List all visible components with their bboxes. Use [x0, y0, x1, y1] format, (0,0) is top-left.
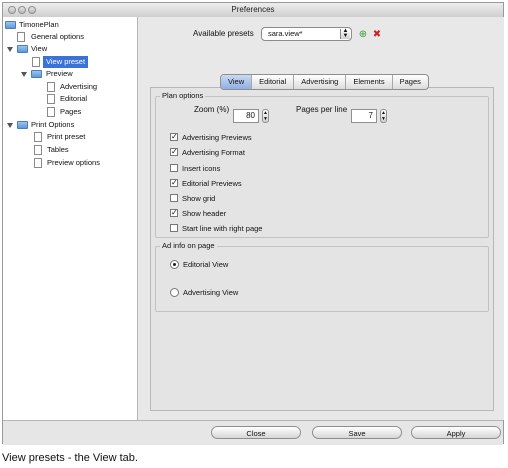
document-icon	[47, 107, 55, 117]
folder-icon	[17, 121, 28, 129]
tab-view[interactable]: View	[221, 75, 252, 89]
disclosure-triangle-icon[interactable]	[7, 123, 13, 128]
tab-bar: View Editorial Advertising Elements Page…	[220, 74, 429, 90]
ad-info-title: Ad info on page	[160, 241, 217, 250]
available-presets-label: Available presets	[193, 29, 254, 38]
save-button[interactable]: Save	[312, 426, 402, 439]
document-icon	[47, 94, 55, 104]
checkmark-icon: ✓	[170, 178, 178, 187]
zoom-label: Zoom (%)	[194, 105, 230, 114]
window-title: Preferences	[231, 5, 275, 14]
document-icon	[32, 57, 40, 67]
pages-per-line-label: Pages per line	[296, 105, 348, 114]
tab-advertising[interactable]: Advertising	[293, 75, 345, 89]
add-preset-icon[interactable]: ⊕	[357, 29, 369, 41]
document-icon	[34, 145, 42, 155]
preferences-window: Preferences TimonePlan General options V…	[2, 2, 504, 445]
plan-options-title: Plan options	[160, 91, 206, 100]
close-button[interactable]: Close	[211, 426, 301, 439]
chevron-up-down-icon: ▲ ▼	[340, 28, 350, 39]
pages-per-line-stepper[interactable]: ▲ ▼	[380, 109, 387, 123]
document-icon	[47, 82, 55, 92]
delete-preset-icon[interactable]: ✖	[371, 29, 383, 41]
plan-options-group: Plan options Zoom (%) 80 ▲ ▼ Pages per li…	[155, 91, 489, 238]
title-bar: Preferences	[3, 3, 503, 18]
folder-icon	[5, 21, 16, 29]
checkmark-icon: ✓	[170, 132, 178, 141]
pages-per-line-input[interactable]: 7	[351, 109, 377, 123]
checkmark-icon: ✓	[170, 147, 178, 156]
document-icon	[34, 132, 42, 142]
zoom-stepper[interactable]: ▲ ▼	[262, 109, 269, 123]
button-bar: Close Save Apply	[3, 420, 503, 445]
disclosure-triangle-icon[interactable]	[7, 47, 13, 52]
disclosure-triangle-icon[interactable]	[21, 72, 27, 77]
preferences-panel: Available presets sara.view* ▲ ▼ ⊕ ✖ View…	[138, 17, 504, 420]
ad-info-group: Ad info on page Editorial View Advertisi…	[155, 241, 489, 312]
folder-icon	[31, 70, 42, 78]
document-icon	[34, 158, 42, 168]
presets-select[interactable]: sara.view* ▲ ▼	[261, 27, 352, 41]
document-icon	[17, 32, 25, 42]
caption: View presets - the View tab.	[2, 452, 138, 464]
checkmark-icon: ✓	[170, 208, 178, 217]
preferences-tree: TimonePlan General options View View pre…	[3, 17, 138, 420]
tab-editorial[interactable]: Editorial	[251, 75, 293, 89]
tab-pages[interactable]: Pages	[391, 75, 428, 89]
folder-icon	[17, 45, 28, 53]
apply-button[interactable]: Apply	[411, 426, 501, 439]
tab-elements[interactable]: Elements	[345, 75, 391, 89]
zoom-input[interactable]: 80	[233, 109, 259, 123]
